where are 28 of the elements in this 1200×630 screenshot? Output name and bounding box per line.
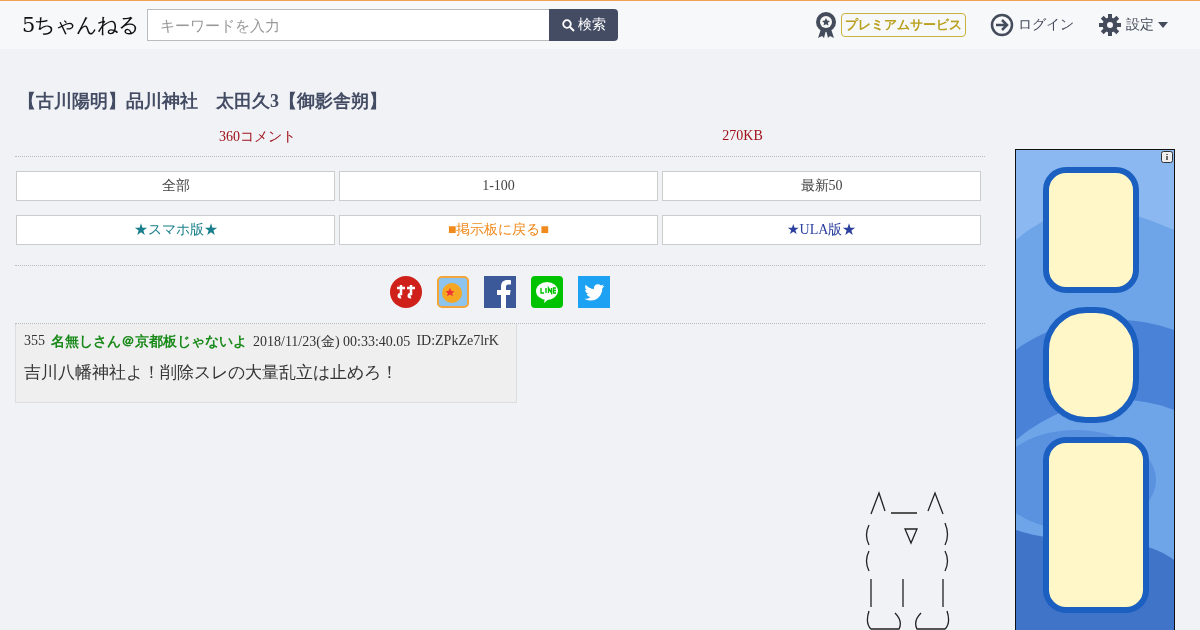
- poster-id: ID:ZPkZe7lrK: [416, 333, 499, 350]
- post-number: 355: [24, 333, 45, 350]
- nav-button[interactable]: 最新50: [662, 171, 981, 201]
- facebook-icon[interactable]: [484, 276, 516, 308]
- site-logo[interactable]: 5ちゃんねる: [22, 11, 147, 39]
- settings-icon: [1098, 13, 1122, 37]
- twitter-icon[interactable]: [578, 276, 610, 308]
- search-button[interactable]: 検索: [549, 9, 618, 41]
- search-icon: [561, 18, 575, 32]
- post-body: 吉川八幡神社よ！削除スレの大量乱立は止めろ！: [24, 361, 399, 384]
- share-icon[interactable]: [390, 276, 422, 308]
- post-date: 2018/11/23(金) 00:33:40.05: [253, 333, 411, 351]
- settings-link[interactable]: 設定: [1126, 16, 1154, 34]
- caret-icon: [1158, 21, 1168, 29]
- thread-title: 【古川陽明】品川神社 太田久3【御影舎朔】: [18, 90, 388, 113]
- poster-name: 名無しさん＠京都板じゃないよ: [51, 333, 247, 351]
- app-icon[interactable]: [437, 276, 469, 308]
- nav-button[interactable]: ★スマホ版★: [16, 215, 335, 245]
- comment-count: 360コメント: [218, 128, 297, 146]
- nav-button[interactable]: 全部: [16, 171, 335, 201]
- nav-button[interactable]: 1-100: [339, 171, 658, 201]
- search-field[interactable]: キーワードを入力: [147, 9, 549, 41]
- award-badge-icon: [815, 11, 837, 39]
- info-icon[interactable]: [1161, 151, 1173, 163]
- thread-size: 270KB: [721, 128, 764, 145]
- nav-button[interactable]: ★ULA版★: [662, 215, 981, 245]
- login-link[interactable]: ログイン: [1018, 16, 1074, 34]
- login-icon: [990, 13, 1014, 37]
